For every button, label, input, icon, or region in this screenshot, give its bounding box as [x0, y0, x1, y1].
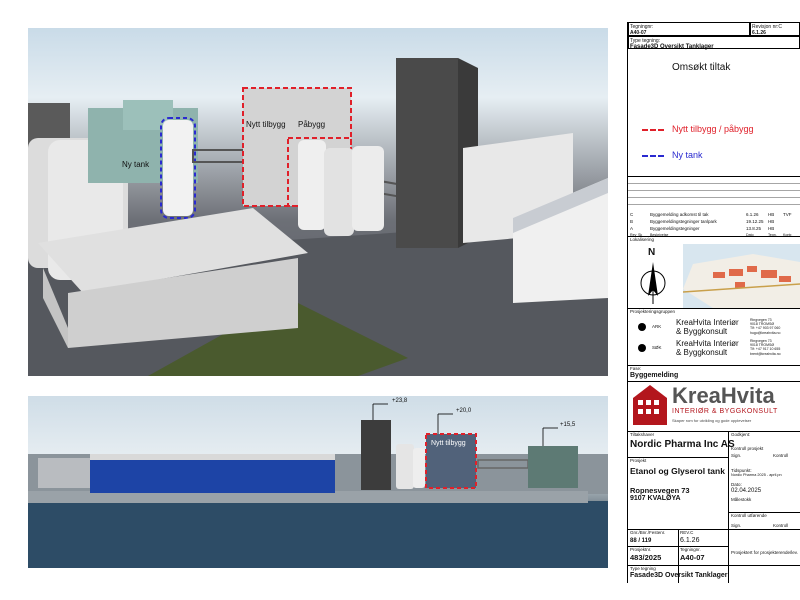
kontroll-label-1: Kontroll [773, 453, 789, 458]
rev-c-date: 6.1.26 [746, 212, 759, 217]
rev-a-date: 13.8.25 [746, 226, 762, 231]
tegning-cell: Tegningnr: A40-07 [628, 22, 750, 36]
address-line-1: Ropnesvegen 73 [630, 486, 690, 495]
logo-tagline: Skaper rom for utvikling og gode oppleve… [672, 418, 752, 423]
ark-bullet [638, 323, 646, 331]
rev-b-desc: Byggemeldingstegninger tanlpark [650, 219, 717, 224]
rev-a-by: HB [768, 226, 775, 231]
tiltakshaver-value: Nordic Pharma Inc AS [630, 439, 735, 450]
prosjekt-label: Prosjekt [630, 458, 647, 463]
fase-label: Fase: [630, 366, 642, 371]
label-pabygg: Påbygg [298, 120, 326, 129]
fase-value: Byggemelding [630, 372, 679, 379]
sok-bullet [638, 344, 646, 352]
top-render-scene [28, 58, 608, 376]
label-nytt-tilbygg-elevation: Nytt tilbygg [431, 440, 466, 447]
malestokk-label: Målestokk [731, 497, 752, 502]
type2-label: Type tegning [630, 566, 656, 571]
address-line-2: 9107 KVALØYA [630, 495, 681, 502]
vertical-divider [728, 431, 729, 583]
sok-name: KreaHvita Interiør & Byggkonsult [676, 339, 739, 357]
godkjent-label: Godkjent: [731, 432, 751, 437]
ark-role: ARK [652, 324, 662, 329]
north-arrow: N [628, 244, 680, 308]
gnr-value: 88 / 119 [630, 538, 652, 544]
dark-tower [396, 58, 458, 248]
house-logo-icon [633, 385, 667, 425]
north-arrow-icon [640, 262, 666, 304]
sok-role: SØK [652, 345, 662, 350]
bottom-render-scene [28, 403, 608, 568]
legend-blue-line [642, 155, 664, 157]
sign-label-1: Sign. [731, 453, 742, 458]
level-2: +20,0 [456, 408, 472, 414]
revision-table: C Byggemelding adkomst til tak 6.1.26 HB… [628, 176, 800, 237]
prosjekteringsgruppen-label: Prosjekteringsgruppen [630, 309, 676, 314]
rev-b-by: HB [768, 219, 775, 224]
rev-c: C [630, 212, 634, 217]
lokalisering-label: Lokalisering [630, 237, 655, 242]
north-letter: N [648, 247, 656, 258]
company-logo: KreaHvita INTERIØR & BYGGKONSULT Skaper … [632, 384, 796, 428]
rev-c-desc: Byggemelding adkomst til tak [650, 212, 709, 217]
rev-label: REV.C [680, 530, 694, 535]
rev-a: A [630, 226, 634, 231]
legend-blue-label: Ny tank [672, 150, 703, 160]
new-tank [163, 120, 193, 216]
level-1: +23,8 [392, 398, 408, 404]
ark-name: KreaHvita Interiør & Byggkonsult [676, 318, 739, 336]
label-nytt-tilbygg: Nytt tilbygg [246, 120, 286, 129]
legend-red-line [642, 129, 664, 131]
level-3: +15,5 [560, 422, 576, 428]
location-map-graphic [683, 254, 800, 308]
sign-label-2: Sign. [731, 523, 742, 528]
revisjon-cell: Revisjon nr:C 6.1.26 [750, 22, 800, 36]
omsokt-heading: Omsøkt tiltak [672, 62, 731, 73]
type2-value: Fasade3D Oversikt Tanklager [630, 572, 728, 579]
title-block: Tegningnr: A40-07 Revisjon nr:C 6.1.26 T… [627, 22, 800, 583]
teal-building-elevation [528, 446, 578, 488]
kontroll-prosjekt-label: Kontroll prosjekt [731, 446, 764, 451]
logo-sub: INTERIØR & BYGGKONSULT [672, 408, 778, 415]
kontroll-label-2: Kontroll [773, 523, 789, 528]
rev-value: 6.1.26 [680, 537, 700, 544]
rev-a-desc: Byggemeldingstegninger [650, 226, 700, 231]
dark-tower-elevation [361, 420, 391, 490]
bottom-3d-render: +23,8 +20,0 +15,5 Nytt tilbygg [28, 396, 608, 568]
rev-c-by: HB [768, 212, 775, 217]
location-map [683, 244, 800, 308]
kontroll-utforende-label: Kontroll utførende [731, 513, 767, 518]
rev-b: B [630, 219, 634, 224]
blue-building [90, 458, 335, 493]
gnr-label: Gnr./Bnr./Festenr. [630, 530, 666, 535]
ark-address: Ringvegen 73 9018 TROMSØ Tlf: +47 903 97… [750, 318, 781, 335]
revision-empty-rows [628, 177, 800, 211]
label-ny-tank: Ny tank [122, 160, 150, 169]
prosjektert-for-label: Prosjektert for prosjekterende/lev. [731, 550, 798, 555]
prosjektnr-value: 483/2025 [630, 553, 662, 562]
dato-label: Dato: [731, 482, 742, 487]
legend-red-label: Nytt tilbygg / påbygg [672, 124, 754, 134]
type-value: Fasade3D Oversikt Tanklager [630, 44, 714, 50]
tegningnr-value: A40-07 [680, 553, 705, 562]
top-3d-render: Nytt tilbygg Påbygg Ny tank [28, 28, 608, 376]
type-cell: Type tegning: Fasade3D Oversikt Tanklage… [628, 36, 800, 50]
prosjekt-value: Etanol og Glyserol tank [630, 466, 725, 476]
sok-address: Ringvegen 73 9018 TROMSØ Tlf: +47 917 10… [750, 339, 781, 356]
prosjektnr-label: Prosjektnr. [630, 547, 652, 552]
rev-c-ctrl: TVF [783, 212, 792, 217]
tidspunkt-value: Nordic Pharma 2025 - april.pn [731, 473, 782, 477]
tegningnr-label: Tegningnr. [680, 547, 701, 552]
tiltakshaver-label: Tiltakshaver [630, 432, 655, 437]
logo-text: KreaHvita [672, 383, 775, 408]
dato-value: 02.04.2025 [731, 488, 762, 494]
rev-b-date: 19.12.25 [746, 219, 764, 224]
